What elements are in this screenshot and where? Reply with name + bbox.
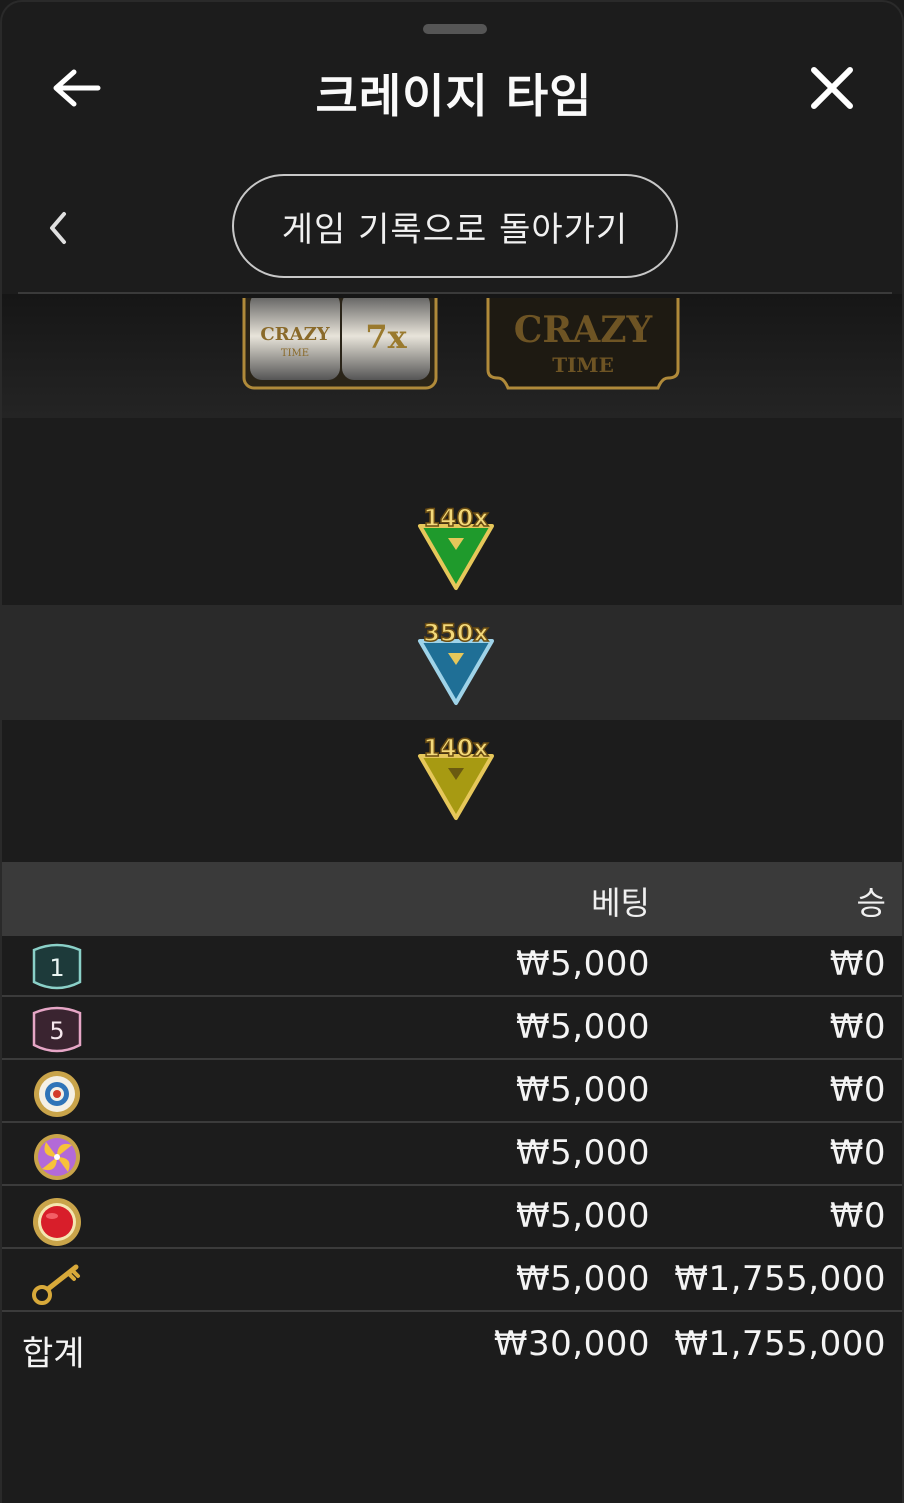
svg-text:CRAZY: CRAZY [260,324,330,345]
top-slot-reel: CRAZY TIME 7x [242,286,438,392]
table-row: 1 ₩5,000 ₩0 [2,936,902,997]
total-row: 합계 ₩30,000 ₩1,755,000 [2,1316,902,1380]
flapper-multiplier: 140x [423,734,489,762]
crazy-time-logo-badge: CRAZY TIME [484,292,682,392]
page-title: 크레이지 타임 [315,69,593,123]
bet-amount: ₩5,000 [516,944,650,984]
badge-subtitle: TIME [552,353,614,377]
number-1-icon: 1 [28,942,86,994]
bet-amount: ₩5,000 [516,1070,650,1110]
svg-text:TIME: TIME [281,348,309,359]
multiplier-flapper-green: 140x [412,502,500,594]
win-amount: ₩0 [829,944,886,984]
chevron-left-icon[interactable] [42,208,74,248]
back-to-game-history-button[interactable]: 게임 기록으로 돌아가기 [232,174,678,278]
svg-text:1: 1 [49,954,64,982]
bet-amount: ₩5,000 [516,1133,650,1173]
svg-text:5: 5 [49,1017,64,1045]
bet-amount: ₩5,000 [516,1259,650,1299]
coin-flip-target-icon [28,1068,86,1120]
table-row: ₩5,000 ₩0 [2,1188,902,1249]
total-bet-amount: ₩30,000 [493,1324,650,1364]
win-amount: ₩0 [829,1070,886,1110]
total-win-amount: ₩1,755,000 [674,1324,886,1364]
flapper-row: 140x [2,490,902,605]
number-5-icon: 5 [28,1005,86,1057]
bet-amount: ₩5,000 [516,1007,650,1047]
multiplier-flapper-yellow: 140x [412,732,500,824]
bet-amount: ₩5,000 [516,1196,650,1236]
bets-table-header: 베팅 승 [2,862,902,936]
table-row: ₩5,000 ₩0 [2,1062,902,1123]
bottom-sheet: 크레이지 타임 게임 기록으로 돌아가기 CRAZY TIME 7x CRAZY… [0,0,904,1503]
pachinko-candy-icon [28,1131,86,1183]
subnav: 게임 기록으로 돌아가기 [2,174,902,280]
flapper-row: 140x [2,720,902,835]
table-row: ₩5,000 ₩1,755,000 [2,1251,902,1312]
win-column-header: 승 [856,884,886,922]
flapper-row: 350x [2,605,902,720]
result-strip [2,294,902,418]
flapper-multiplier: 350x [423,619,489,647]
close-icon[interactable] [808,64,856,112]
flapper-multiplier: 140x [423,504,489,532]
total-label: 합계 [22,1334,85,1374]
header: 크레이지 타임 [2,42,902,142]
table-row: 5 ₩5,000 ₩0 [2,999,902,1060]
win-amount: ₩0 [829,1007,886,1047]
win-amount: ₩0 [829,1196,886,1236]
win-amount: ₩0 [829,1133,886,1173]
reel-multiplier: 7x [365,318,407,356]
cash-hunt-key-icon [28,1257,86,1309]
top-slot-flappers: 140x 350x 140x [2,418,902,862]
table-row: ₩5,000 ₩0 [2,1125,902,1186]
drag-handle[interactable] [423,24,487,34]
win-amount: ₩1,755,000 [674,1259,886,1299]
bet-column-header: 베팅 [591,884,650,922]
multiplier-flapper-blue: 350x [412,617,500,709]
badge-title: CRAZY [514,309,654,351]
crazy-time-red-button-icon [28,1194,86,1246]
